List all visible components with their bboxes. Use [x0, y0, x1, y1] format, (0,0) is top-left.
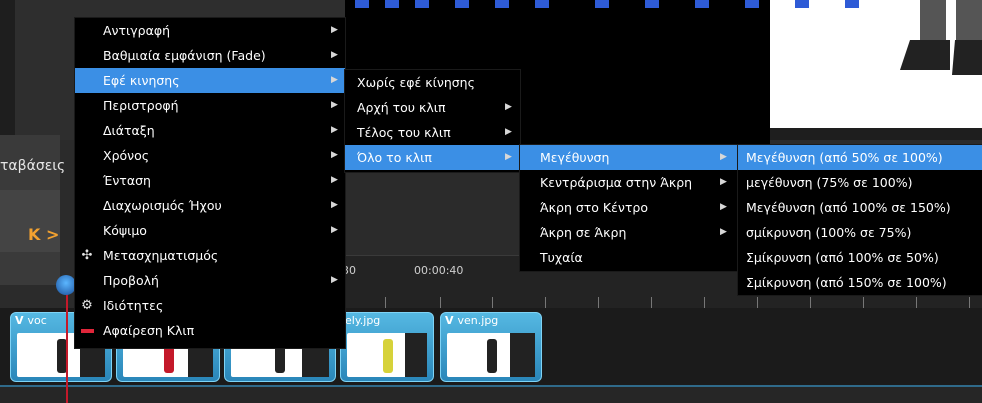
- transitions-tab-label[interactable]: ταβάσεις: [0, 158, 65, 174]
- menu-item-display[interactable]: Προβολή ▶: [75, 268, 345, 293]
- menu-item-label: Βαθμιαία εμφάνιση (Fade): [103, 48, 266, 63]
- menu-item-rotation[interactable]: Περιστροφή ▶: [75, 93, 345, 118]
- submenu-arrow-icon: ▶: [331, 200, 338, 210]
- timeline-clip[interactable]: Vven.jpg: [440, 312, 542, 382]
- menu-item-no-motion[interactable]: Χωρίς εφέ κίνησης: [345, 70, 520, 95]
- menu-item-label: Κεντράρισμα στην Άκρη: [540, 175, 693, 190]
- menu-item-label: Περιστροφή: [103, 98, 179, 113]
- preview-frame: [770, 0, 982, 128]
- playhead-handle[interactable]: [56, 275, 76, 295]
- menu-item-clip-start[interactable]: Αρχή του κλιπ ▶: [345, 95, 520, 120]
- menu-item-label: Προβολή: [103, 273, 159, 288]
- bottom-scroll-area[interactable]: [0, 387, 982, 403]
- clip-thumbnail: [347, 333, 427, 377]
- menu-item-label: Αρχή του κλιπ: [357, 100, 446, 115]
- menu-item-copy[interactable]: Αντιγραφή ▶: [75, 18, 345, 43]
- menu-item-label: Άκρη σε Άκρη: [540, 225, 627, 240]
- menu-item-time[interactable]: Χρόνος ▶: [75, 143, 345, 168]
- submenu-arrow-icon: ▶: [331, 225, 338, 235]
- clip-title: Vven.jpg: [445, 314, 499, 327]
- menu-item-whole-clip[interactable]: Όλο το κλιπ ▶: [345, 145, 520, 170]
- menu-item-shrink-100-75[interactable]: σμίκρυνση (100% σε 75%): [738, 220, 982, 245]
- remove-icon: [78, 318, 96, 343]
- menu-item-label: Όλο το κλιπ: [357, 150, 432, 165]
- menu-item-slice[interactable]: Κόψιμο ▶: [75, 218, 345, 243]
- menu-item-label: Ιδιότητες: [103, 298, 164, 313]
- menu-item-motion-effects[interactable]: Εφέ κινησης ▶: [75, 68, 345, 93]
- timeline-clip[interactable]: ely.jpg: [340, 312, 434, 382]
- submenu-arrow-icon: ▶: [331, 100, 338, 110]
- menu-item-label: Τέλος του κλιπ: [357, 125, 451, 140]
- menu-item-label: Άκρη στο Κέντρο: [540, 200, 648, 215]
- menu-item-zoom[interactable]: Μεγέθυνση ▶: [520, 145, 738, 170]
- submenu-arrow-icon: ▶: [505, 102, 512, 112]
- submenu-arrow-icon: ▶: [505, 152, 512, 162]
- submenu-arrow-icon: ▶: [720, 152, 727, 162]
- menu-item-label: Διάταξη: [103, 123, 155, 138]
- menu-item-label: Μεγέθυνση (από 100% σε 150%): [746, 200, 951, 215]
- menu-item-random[interactable]: Τυχαία: [520, 245, 738, 270]
- submenu-arrow-icon: ▶: [331, 25, 338, 35]
- gear-icon: ⚙: [81, 298, 93, 313]
- submenu-arrow-icon: ▶: [331, 150, 338, 160]
- menu-item-separate-audio[interactable]: Διαχωρισμός Ήχου ▶: [75, 193, 345, 218]
- jump-nav-buttons[interactable]: K >: [28, 225, 59, 244]
- menu-item-label: Μετασχηματισμός: [103, 248, 219, 263]
- motion-effects-submenu: Χωρίς εφέ κίνησης Αρχή του κλιπ ▶ Τέλος …: [345, 70, 520, 172]
- zoom-submenu: Μεγέθυνση (από 50% σε 100%) μεγέθυνση (7…: [738, 145, 982, 295]
- submenu-arrow-icon: ▶: [331, 275, 338, 285]
- menu-item-label: Μεγέθυνση: [540, 150, 610, 165]
- menu-item-shrink-100-50[interactable]: Σμίκρυνση (από 100% σε 50%): [738, 245, 982, 270]
- menu-item-remove-clip[interactable]: Αφαίρεση Κλιπ: [75, 318, 345, 343]
- menu-item-shrink-150-100[interactable]: Σμίκρυνση (από 150% σε 100%): [738, 270, 982, 295]
- menu-item-volume[interactable]: Ένταση ▶: [75, 168, 345, 193]
- menu-item-label: Χωρίς εφέ κίνησης: [357, 75, 475, 90]
- whole-clip-submenu: Μεγέθυνση ▶ Κεντράρισμα στην Άκρη ▶ Άκρη…: [520, 145, 738, 271]
- menu-item-edge-to-center[interactable]: Άκρη στο Κέντρο ▶: [520, 195, 738, 220]
- ruler-label: 00:00:40: [414, 264, 464, 277]
- menu-item-properties[interactable]: ⚙ Ιδιότητες: [75, 293, 345, 318]
- menu-item-label: Ένταση: [103, 173, 151, 188]
- menu-item-zoom-50-100[interactable]: Μεγέθυνση (από 50% σε 100%): [738, 145, 982, 170]
- menu-item-label: Εφέ κινησης: [103, 73, 180, 88]
- menu-item-label: Κόψιμο: [103, 223, 147, 238]
- menu-item-fade[interactable]: Βαθμιαία εμφάνιση (Fade) ▶: [75, 43, 345, 68]
- menu-item-label: σμίκρυνση (100% σε 75%): [746, 225, 912, 240]
- menu-item-label: Χρόνος: [103, 148, 150, 163]
- clip-title: Vvoc: [15, 314, 47, 327]
- menu-item-clip-end[interactable]: Τέλος του κλιπ ▶: [345, 120, 520, 145]
- submenu-arrow-icon: ▶: [720, 202, 727, 212]
- menu-item-label: Διαχωρισμός Ήχου: [103, 198, 222, 213]
- menu-item-label: Σμίκρυνση (από 150% σε 100%): [746, 275, 947, 290]
- menu-item-edge-to-edge[interactable]: Άκρη σε Άκρη ▶: [520, 220, 738, 245]
- menu-item-label: Αφαίρεση Κλιπ: [103, 323, 195, 338]
- menu-item-layout[interactable]: Διάταξη ▶: [75, 118, 345, 143]
- menu-item-transform[interactable]: ✣ Μετασχηματισμός: [75, 243, 345, 268]
- submenu-arrow-icon: ▶: [331, 125, 338, 135]
- menu-item-center-to-edge[interactable]: Κεντράρισμα στην Άκρη ▶: [520, 170, 738, 195]
- submenu-arrow-icon: ▶: [505, 127, 512, 137]
- submenu-arrow-icon: ▶: [331, 50, 338, 60]
- menu-item-label: μεγέθυνση (75% σε 100%): [746, 175, 913, 190]
- menu-item-zoom-75-100[interactable]: μεγέθυνση (75% σε 100%): [738, 170, 982, 195]
- submenu-arrow-icon: ▶: [720, 227, 727, 237]
- menu-item-label: Σμίκρυνση (από 100% σε 50%): [746, 250, 939, 265]
- submenu-arrow-icon: ▶: [720, 177, 727, 187]
- menu-item-label: Τυχαία: [540, 250, 583, 265]
- menu-item-label: Μεγέθυνση (από 50% σε 100%): [746, 150, 943, 165]
- preview-boots-image: [900, 0, 982, 75]
- submenu-arrow-icon: ▶: [331, 175, 338, 185]
- playhead-line[interactable]: [66, 285, 68, 403]
- menu-item-zoom-100-150[interactable]: Μεγέθυνση (από 100% σε 150%): [738, 195, 982, 220]
- move-icon: ✣: [81, 248, 93, 263]
- clip-thumbnail: [447, 333, 535, 377]
- menu-item-label: Αντιγραφή: [103, 23, 171, 38]
- clip-title: ely.jpg: [345, 314, 381, 327]
- clip-context-menu: Αντιγραφή ▶ Βαθμιαία εμφάνιση (Fade) ▶ Ε…: [75, 18, 345, 348]
- submenu-arrow-icon: ▶: [331, 75, 338, 85]
- preview-title-strip: [345, 0, 865, 8]
